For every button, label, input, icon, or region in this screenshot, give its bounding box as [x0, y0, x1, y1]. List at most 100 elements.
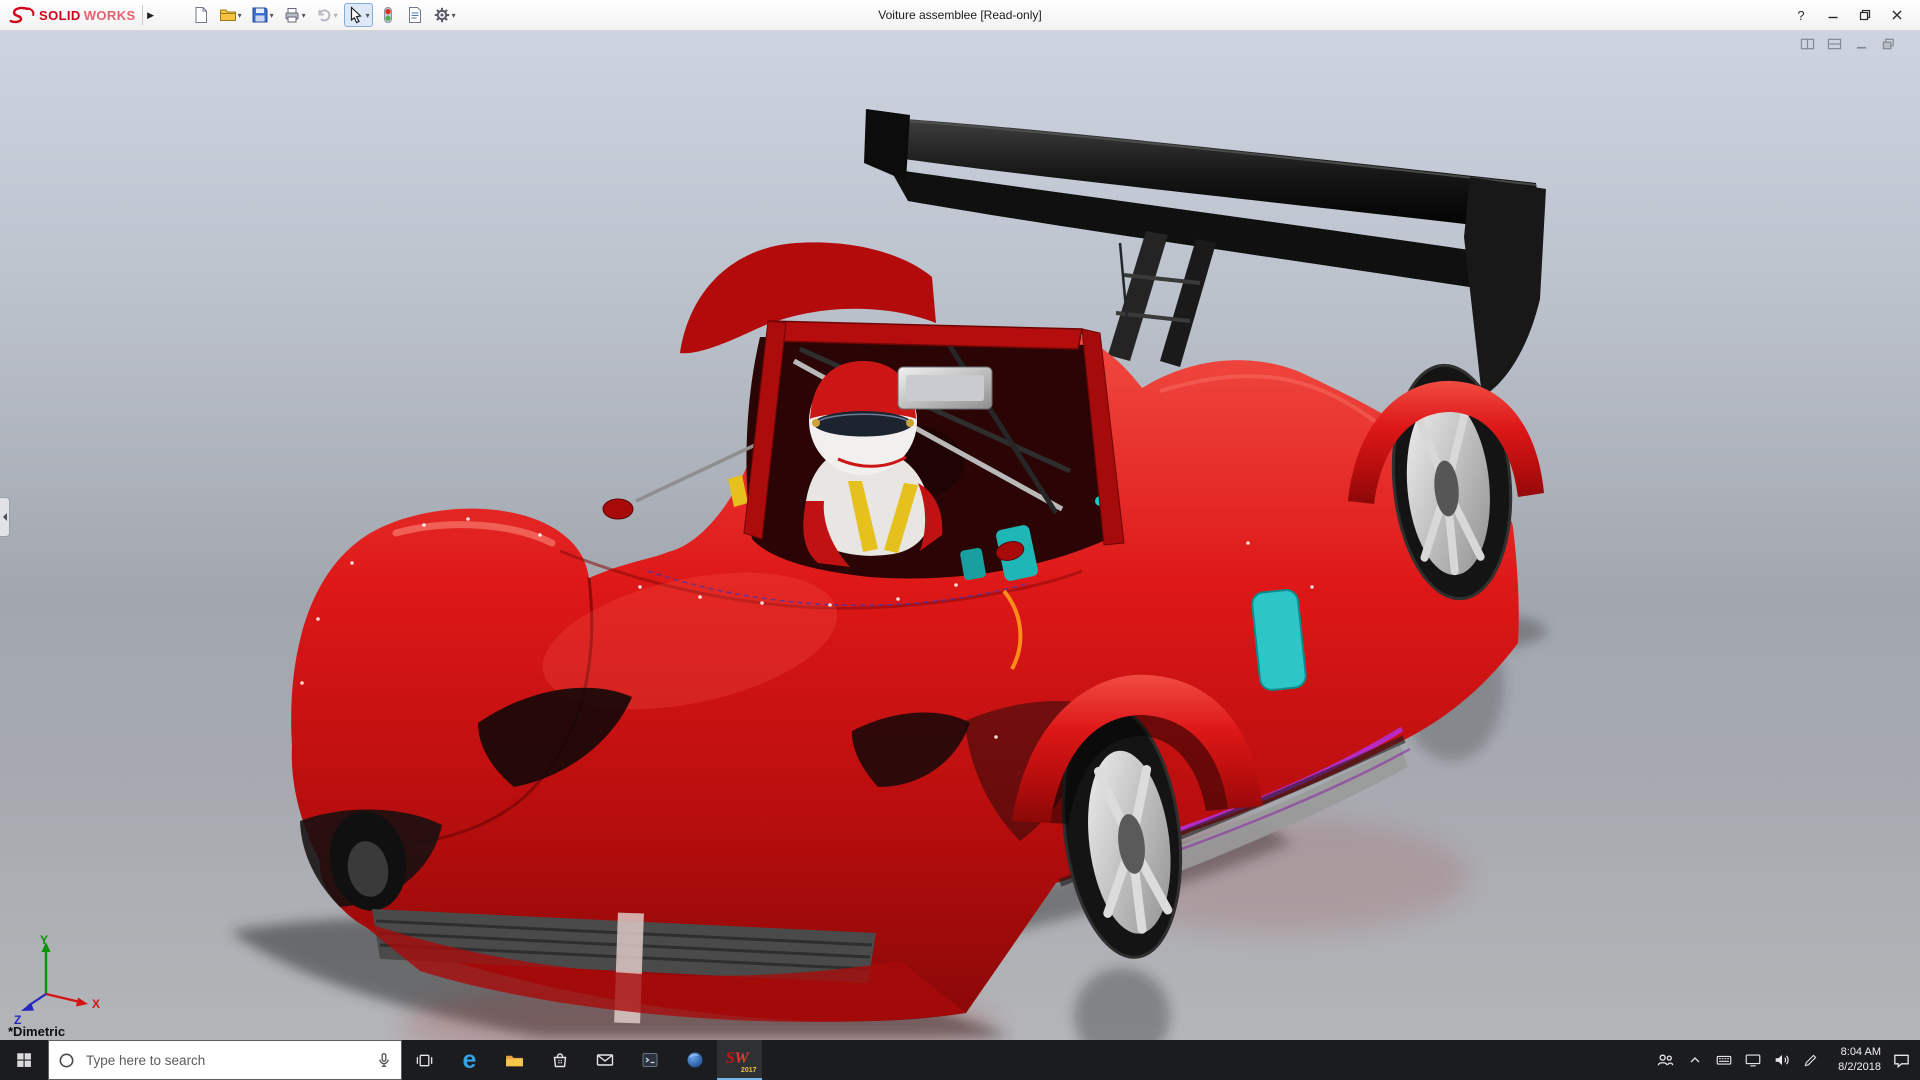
solidworks-2017-icon: S W 2017	[725, 1048, 755, 1072]
doc-minimize-button[interactable]	[1854, 37, 1869, 51]
chevron-up-icon	[1687, 1052, 1703, 1068]
car-model-render[interactable]	[0, 31, 1920, 1040]
touch-keyboard-button[interactable]	[1709, 1040, 1738, 1080]
doc-restore-button[interactable]	[1881, 37, 1896, 51]
dropdown-caret-icon[interactable]: ▾	[302, 11, 306, 20]
dropdown-caret-icon[interactable]: ▾	[334, 11, 338, 20]
cockpit[interactable]	[603, 321, 1124, 582]
save-button[interactable]: ▾	[248, 3, 277, 27]
document-window-controls	[1800, 37, 1896, 51]
people-icon	[1656, 1051, 1675, 1070]
side-mirror-left	[603, 499, 633, 519]
triad-z-label: Z	[14, 1013, 21, 1024]
doc-split-vertical-icon	[1800, 37, 1815, 51]
graphics-viewport[interactable]: Y X Z *Dimetric	[0, 31, 1920, 1040]
taskbar-clock[interactable]: 8:04 AM 8/2/2018	[1825, 1040, 1887, 1080]
window-title: Voiture assemblee [Read-only]	[878, 8, 1041, 22]
new-document-button[interactable]	[189, 3, 213, 27]
rebuild-icon	[379, 6, 397, 24]
mail-icon	[595, 1050, 615, 1070]
help-button[interactable]: ?	[1786, 3, 1816, 27]
save-icon	[251, 6, 269, 24]
pen-icon	[1802, 1052, 1819, 1069]
titlebar: SOLIDWORKS ▶ ▾ ▾	[0, 0, 1920, 31]
dropdown-caret-icon[interactable]: ▾	[366, 11, 370, 20]
clock-time: 8:04 AM	[1841, 1045, 1881, 1060]
edge-icon: e	[463, 1048, 477, 1073]
clock-date: 8/2/2018	[1838, 1060, 1881, 1075]
cortana-icon	[57, 1051, 76, 1070]
brand-works-text: WORKS	[84, 8, 136, 23]
quick-access-toolbar: ▾ ▾ ▾ ▾ ▾	[189, 3, 459, 27]
display-button[interactable]	[1738, 1040, 1767, 1080]
rebuild-button[interactable]	[376, 3, 400, 27]
options-gear-icon	[433, 6, 451, 24]
app-icon-edge[interactable]: e	[447, 1040, 492, 1080]
app-icon-store[interactable]	[537, 1040, 582, 1080]
volume-icon	[1773, 1051, 1791, 1069]
pen-button[interactable]	[1796, 1040, 1825, 1080]
window-controls: ?	[1786, 3, 1920, 27]
microphone-icon[interactable]	[375, 1051, 393, 1069]
doc-split-horizontal-icon	[1827, 37, 1842, 51]
start-button[interactable]	[0, 1040, 48, 1080]
doc-split-horizontal-button[interactable]	[1827, 37, 1842, 51]
doc-split-vertical-button[interactable]	[1800, 37, 1815, 51]
brand-solid-text: SOLID	[39, 8, 81, 23]
open-icon	[219, 6, 237, 24]
system-tray: 8:04 AM 8/2/2018	[1651, 1040, 1920, 1080]
x-axis-arrow	[76, 998, 88, 1007]
select-tool-button[interactable]: ▾	[344, 3, 373, 27]
print-button[interactable]: ▾	[280, 3, 309, 27]
print-icon	[283, 6, 301, 24]
doc-restore-icon	[1881, 37, 1896, 51]
app-icon-solidworks[interactable]: S W 2017	[717, 1040, 762, 1080]
hidden-icons-button[interactable]	[1680, 1040, 1709, 1080]
triad-x-label: X	[92, 997, 100, 1011]
minimize-icon	[1827, 9, 1839, 21]
desktop: { "titlebar": { "brand_solid": "SOLID", …	[0, 0, 1920, 1080]
solidworks-logo-icon	[8, 5, 36, 25]
rearview-mirror-glass	[906, 375, 984, 401]
app-icon-blue-sphere[interactable]	[672, 1040, 717, 1080]
undo-icon	[315, 6, 333, 24]
search-input[interactable]	[84, 1052, 367, 1069]
display-icon	[1744, 1051, 1762, 1069]
people-button[interactable]	[1651, 1040, 1680, 1080]
store-icon	[550, 1050, 570, 1070]
volume-button[interactable]	[1767, 1040, 1796, 1080]
featuremanager-flyout-tab[interactable]	[0, 497, 10, 537]
restore-icon	[1859, 9, 1871, 21]
keyboard-icon	[1715, 1051, 1733, 1069]
taskbar-search-box[interactable]	[48, 1040, 402, 1080]
file-properties-button[interactable]	[403, 3, 427, 27]
open-button[interactable]: ▾	[216, 3, 245, 27]
doc-minimize-icon	[1854, 37, 1869, 51]
task-view-icon	[415, 1051, 434, 1070]
close-button[interactable]	[1882, 3, 1912, 27]
task-view-button[interactable]	[402, 1040, 447, 1080]
close-icon	[1891, 9, 1903, 21]
action-center-icon	[1892, 1051, 1911, 1070]
file-explorer-icon	[504, 1050, 525, 1071]
app-icon-file-explorer[interactable]	[492, 1040, 537, 1080]
new-document-icon	[192, 6, 210, 24]
orientation-triad: Y X Z	[12, 932, 108, 1024]
command-prompt-icon	[640, 1050, 660, 1070]
solidworks-brand: SOLIDWORKS	[0, 5, 136, 25]
action-center-button[interactable]	[1887, 1040, 1916, 1080]
dropdown-caret-icon[interactable]: ▾	[452, 11, 456, 20]
windows-logo-icon	[15, 1051, 33, 1069]
file-properties-icon	[406, 6, 424, 24]
select-arrow-icon	[347, 6, 365, 24]
options-button[interactable]: ▾	[430, 3, 459, 27]
dropdown-caret-icon[interactable]: ▾	[238, 11, 242, 20]
minimize-button[interactable]	[1818, 3, 1848, 27]
undo-button[interactable]: ▾	[312, 3, 341, 27]
dropdown-caret-icon[interactable]: ▾	[270, 11, 274, 20]
menu-flyout-arrow[interactable]: ▶	[142, 5, 159, 25]
app-icon-command-prompt[interactable]	[627, 1040, 672, 1080]
app-icon-mail[interactable]	[582, 1040, 627, 1080]
view-orientation-label: *Dimetric	[8, 1024, 65, 1039]
maximize-restore-button[interactable]	[1850, 3, 1880, 27]
